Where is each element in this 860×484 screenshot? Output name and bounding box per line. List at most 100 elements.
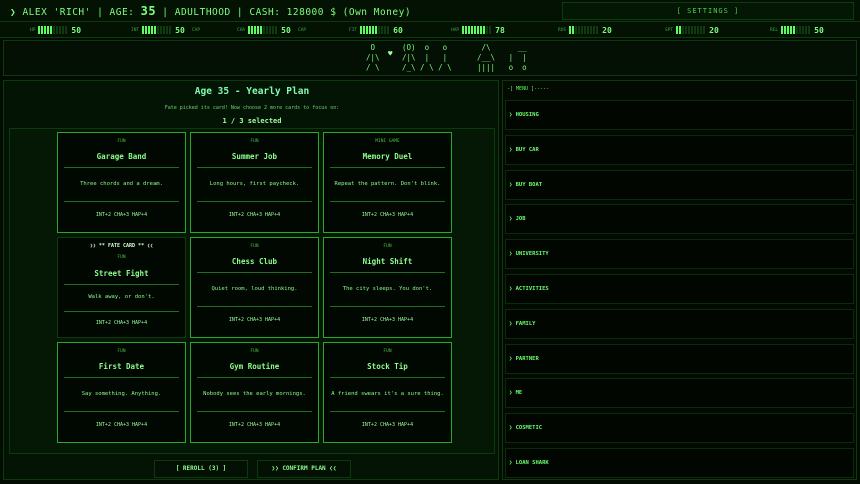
card-divider xyxy=(64,377,179,378)
card-description: Quiet room, loud thinking. xyxy=(211,286,298,292)
character-name: ❯ ALEX 'RICH' | AGE: xyxy=(10,7,141,18)
stat-rus: RUS 20 xyxy=(558,24,612,36)
stat-cap: CAP xyxy=(298,24,309,36)
stat-hp: HP 50 xyxy=(30,24,81,36)
stat-value: 78 xyxy=(495,25,505,35)
stat-value: 60 xyxy=(393,25,403,35)
stat-meter xyxy=(142,26,172,34)
character-info: ❯ ALEX 'RICH' | AGE: 35 | ADULTHOOD | CA… xyxy=(10,4,411,18)
stat-meter xyxy=(462,26,492,34)
fate-card[interactable]: ❯❯ ** FATE CARD ** ❮❮ FUN Street Fight Walk… xyxy=(57,237,186,338)
stat-hap: HAP 78 xyxy=(451,24,505,36)
plan-subtitle: Fate picked its card! Now choose 2 more … xyxy=(164,105,340,111)
stat-label: INT xyxy=(131,27,140,33)
menu-item-university[interactable]: ❯ UNIVERSITY xyxy=(505,239,854,270)
selection-counter: 1 / 3 selected xyxy=(222,117,282,125)
card-description: Nobody sees the early mornings. xyxy=(203,391,306,397)
menu-item-family[interactable]: ❯ FAMILY xyxy=(505,308,854,339)
card-title: Street Fight xyxy=(94,269,149,278)
card-category: MINI GAME xyxy=(375,139,400,144)
card-category: FUN xyxy=(117,349,126,354)
card-category: FUN xyxy=(117,255,126,260)
heart-icon: ♥ xyxy=(388,49,393,58)
card-title: Memory Duel xyxy=(362,152,413,161)
plan-card[interactable]: FUN Summer Job Long hours, first paycheck.… xyxy=(190,132,319,233)
stat-value: 50 xyxy=(71,25,82,35)
card-divider xyxy=(330,411,445,412)
plan-card[interactable]: FUN Chess Club Quiet room, loud thinking. I… xyxy=(190,237,319,338)
card-description: Say something. Anything. xyxy=(81,391,162,397)
card-divider xyxy=(64,311,179,312)
stat-meter xyxy=(360,26,390,34)
menu-item-partner[interactable]: ❯ PARTNER xyxy=(505,343,854,374)
menu-item-cosmetic[interactable]: ❯ COSMETIC xyxy=(505,413,854,444)
card-divider xyxy=(330,167,445,168)
card-divider xyxy=(64,284,179,285)
stat-cap: CAP xyxy=(192,24,203,36)
card-description: Repeat the pattern. Don't blink. xyxy=(334,181,441,187)
stat-label: CAP xyxy=(192,27,201,33)
menu-item-buy-car[interactable]: ❯ BUY CAR xyxy=(505,134,854,165)
card-description: Three chords and a dream. xyxy=(80,181,163,187)
stat-meter xyxy=(569,26,599,34)
life-stage-cash: | ADULTHOOD | CASH: 128000 $ (Own Money) xyxy=(156,7,412,18)
confirm-plan-button[interactable]: ❯❯ CONFIRM PLAN ❮❮ xyxy=(257,460,351,478)
card-divider xyxy=(64,411,179,412)
card-title: Stock Tip xyxy=(367,362,408,371)
card-category: FUN xyxy=(250,139,259,144)
stats-bar: HP 50 INT 50 CAP CHA 50 CAP FIT 60 HAP 78 RUS 20 SPT 20… xyxy=(0,22,860,38)
stat-label: CHA xyxy=(237,27,246,33)
stat-label: REL xyxy=(770,27,779,33)
stat-label: RUS xyxy=(558,27,567,33)
card-stat-bonus: INT+2 CHA+3 HAP+4 xyxy=(95,422,148,428)
card-divider xyxy=(197,306,312,307)
stat-meter xyxy=(38,26,68,34)
player-figure: O /|\ / \ xyxy=(366,43,380,72)
yearly-plan-panel: Age 35 - Yearly Plan Fate picked its car… xyxy=(3,80,499,480)
card-divider xyxy=(330,377,445,378)
stat-meter xyxy=(781,26,811,34)
plan-card[interactable]: MINI GAME Memory Duel Repeat the pattern. … xyxy=(323,132,452,233)
menu-header: -[ MENU ]----- xyxy=(507,86,550,92)
card-category: FUN xyxy=(250,244,259,249)
page-title: Age 35 - Yearly Plan xyxy=(194,86,310,97)
ascii-scene: O /|\ / \ ♥ (O) o o /|\ | | /_\ / \ / \ … xyxy=(3,40,857,76)
plan-card[interactable]: FUN Garage Band Three chords and a dream. I… xyxy=(57,132,186,233)
card-description: The city sleeps. You don't. xyxy=(342,286,433,292)
card-stat-bonus: INT+2 CHA+3 HAP+4 xyxy=(361,422,414,428)
stat-cha: CHA 50 xyxy=(237,24,291,36)
card-title: Chess Club xyxy=(231,257,278,266)
card-stat-bonus: INT+2 CHA+3 HAP+4 xyxy=(228,317,281,323)
settings-button[interactable]: [ SETTINGS ] xyxy=(562,2,854,20)
card-category: FUN xyxy=(250,349,259,354)
menu-item-loan-shark[interactable]: ❯ LOAN SHARK xyxy=(505,448,854,478)
card-title: First Date xyxy=(98,362,145,371)
card-stat-bonus: INT+2 CHA+3 HAP+4 xyxy=(361,212,414,218)
fate-card-label: ❯❯ ** FATE CARD ** ❮❮ xyxy=(89,243,154,249)
menu-item-buy-boat[interactable]: ❯ BUY BOAT xyxy=(505,169,854,200)
stat-int: INT 50 xyxy=(131,24,185,36)
card-description: A friend swears it's a sure thing. xyxy=(331,391,444,397)
card-stat-bonus: INT+2 CHA+3 HAP+4 xyxy=(361,317,414,323)
plan-card[interactable]: FUN Gym Routine Nobody sees the early morn… xyxy=(190,342,319,443)
reroll-button[interactable]: [ REROLL (3) ] xyxy=(154,460,248,478)
menu-item-housing[interactable]: ❯ HOUSING xyxy=(505,100,854,130)
card-title: Summer Job xyxy=(231,152,278,161)
menu-item-job[interactable]: ❯ JOB xyxy=(505,204,854,235)
stat-rel: REL 50 xyxy=(770,24,824,36)
card-divider xyxy=(330,306,445,307)
card-divider xyxy=(330,272,445,273)
stat-value: 20 xyxy=(602,25,612,35)
top-bar: ❯ ALEX 'RICH' | AGE: 35 | ADULTHOOD | CA… xyxy=(0,0,860,22)
plan-card[interactable]: FUN Night Shift The city sleeps. You don't… xyxy=(323,237,452,338)
menu-item-activities[interactable]: ❯ ACTIVITIES xyxy=(505,274,854,304)
card-divider xyxy=(64,167,179,168)
card-description: Walk away, or don't. xyxy=(88,294,155,300)
plan-card[interactable]: FUN Stock Tip A friend swears it's a sure … xyxy=(323,342,452,443)
family-figures: (O) o o /|\ | | /_\ / \ / \ xyxy=(402,43,452,72)
card-category: FUN xyxy=(383,244,392,249)
menu-item-me[interactable]: ❯ ME xyxy=(505,378,854,409)
plan-card[interactable]: FUN First Date Say something. Anything. INT… xyxy=(57,342,186,443)
card-divider xyxy=(197,411,312,412)
card-stat-bonus: INT+2 CHA+3 HAP+4 xyxy=(228,212,281,218)
